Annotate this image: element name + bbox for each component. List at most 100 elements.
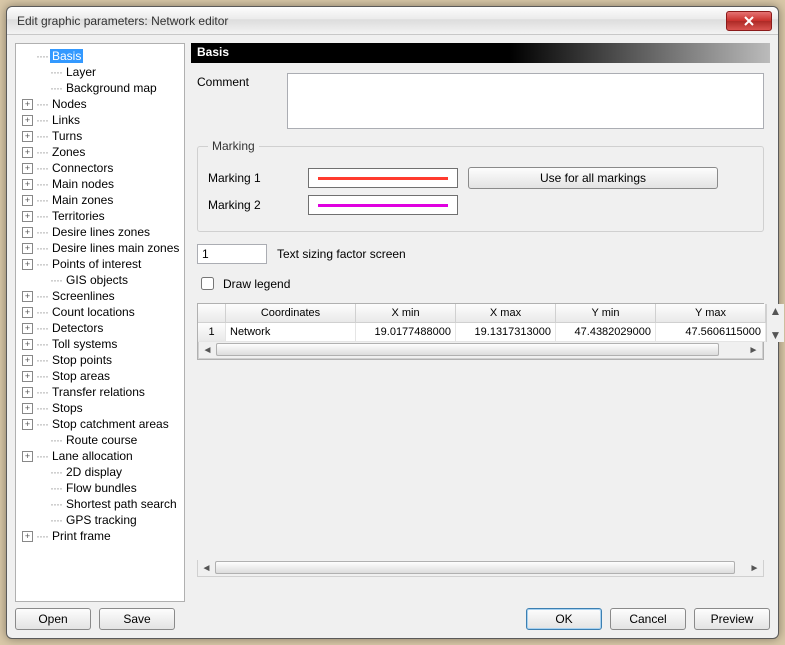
scroll-right-icon[interactable]: ► (745, 345, 762, 356)
grid-cell[interactable]: 19.1317313000 (456, 323, 556, 342)
tree-item-gis-objects[interactable]: ····GIS objects (18, 272, 182, 288)
tree-item-label: Stops (50, 401, 85, 415)
expand-icon[interactable]: + (22, 339, 33, 350)
scroll-left-icon[interactable]: ◄ (198, 563, 215, 574)
footer: Open Save OK Cancel Preview (15, 608, 770, 630)
open-button[interactable]: Open (15, 608, 91, 630)
tree-item-layer[interactable]: ····Layer (18, 64, 182, 80)
expand-icon[interactable]: + (22, 355, 33, 366)
grid-header[interactable]: X max (456, 304, 556, 323)
cancel-button[interactable]: Cancel (610, 608, 686, 630)
tree-item-count-locations[interactable]: +····Count locations (18, 304, 182, 320)
tree-item-connectors[interactable]: +····Connectors (18, 160, 182, 176)
tree-item-stop-areas[interactable]: +····Stop areas (18, 368, 182, 384)
grid-cell[interactable]: 47.5606115000 (656, 323, 766, 342)
tree-item-stop-points[interactable]: +····Stop points (18, 352, 182, 368)
tree-item-stop-catchment-areas[interactable]: +····Stop catchment areas (18, 416, 182, 432)
dialog-window: Edit graphic parameters: Network editor … (6, 6, 779, 639)
panel-scroll-thumb[interactable] (215, 561, 735, 574)
tree-item-basis[interactable]: ····Basis (18, 48, 182, 64)
grid-header[interactable] (198, 304, 226, 323)
expand-icon[interactable]: + (22, 531, 33, 542)
expand-icon[interactable]: + (22, 211, 33, 222)
draw-legend-checkbox[interactable] (201, 277, 214, 290)
comment-input[interactable] (287, 73, 764, 129)
expand-icon[interactable]: + (22, 307, 33, 318)
tree-item-lane-allocation[interactable]: +····Lane allocation (18, 448, 182, 464)
tree-item-label: GIS objects (64, 273, 130, 287)
tree-item-toll-systems[interactable]: +····Toll systems (18, 336, 182, 352)
expand-icon[interactable]: + (22, 419, 33, 430)
expand-icon[interactable]: + (22, 195, 33, 206)
tree-item-label: Layer (64, 65, 98, 79)
tree-item-turns[interactable]: +····Turns (18, 128, 182, 144)
expand-icon[interactable]: + (22, 163, 33, 174)
expand-icon[interactable]: + (22, 179, 33, 190)
marking1-swatch[interactable] (308, 168, 458, 188)
expand-icon[interactable]: + (22, 243, 33, 254)
grid-vscroll[interactable]: ▲▼ (766, 304, 784, 342)
grid-header[interactable]: X min (356, 304, 456, 323)
close-button[interactable] (726, 11, 772, 31)
ok-button[interactable]: OK (526, 608, 602, 630)
grid-header[interactable]: Coordinates (226, 304, 356, 323)
expand-icon[interactable]: + (22, 403, 33, 414)
marking-row-2: Marking 2 (208, 195, 753, 215)
expand-icon[interactable]: + (22, 323, 33, 334)
grid-hscroll[interactable]: ◄ ► (198, 342, 763, 359)
tree-item-nodes[interactable]: +····Nodes (18, 96, 182, 112)
save-button[interactable]: Save (99, 608, 175, 630)
grid-cell[interactable]: Network (226, 323, 356, 342)
grid-cell[interactable]: 19.0177488000 (356, 323, 456, 342)
preview-button[interactable]: Preview (694, 608, 770, 630)
tree-panel[interactable]: ····Basis····Layer····Background map+···… (15, 43, 185, 602)
scroll-left-icon[interactable]: ◄ (199, 345, 216, 356)
text-sizing-input[interactable] (197, 244, 267, 264)
tree-item-label: Background map (64, 81, 159, 95)
tree-item-route-course[interactable]: ····Route course (18, 432, 182, 448)
tree-item-links[interactable]: +····Links (18, 112, 182, 128)
tree-item-screenlines[interactable]: +····Screenlines (18, 288, 182, 304)
tree-item-desire-lines-zones[interactable]: +····Desire lines zones (18, 224, 182, 240)
tree-item-background-map[interactable]: ····Background map (18, 80, 182, 96)
tree-item-main-nodes[interactable]: +····Main nodes (18, 176, 182, 192)
tree-item-2d-display[interactable]: ····2D display (18, 464, 182, 480)
coords-grid[interactable]: CoordinatesX minX maxY minY max▲▼1Networ… (197, 303, 764, 360)
expand-icon[interactable]: + (22, 451, 33, 462)
grid-header[interactable]: Y min (556, 304, 656, 323)
window-title: Edit graphic parameters: Network editor (17, 14, 228, 28)
tree-item-points-of-interest[interactable]: +····Points of interest (18, 256, 182, 272)
expand-icon[interactable]: + (22, 99, 33, 110)
grid-cell[interactable]: 47.4382029000 (556, 323, 656, 342)
use-for-all-button[interactable]: Use for all markings (468, 167, 718, 189)
tree-item-label: Stop catchment areas (50, 417, 171, 431)
scroll-right-icon[interactable]: ► (746, 563, 763, 574)
expand-icon[interactable]: + (22, 291, 33, 302)
tree-item-desire-lines-main-zones[interactable]: +····Desire lines main zones (18, 240, 182, 256)
expand-icon[interactable]: + (22, 147, 33, 158)
tree-item-main-zones[interactable]: +····Main zones (18, 192, 182, 208)
tree-item-zones[interactable]: +····Zones (18, 144, 182, 160)
titlebar[interactable]: Edit graphic parameters: Network editor (7, 7, 778, 35)
tree-item-territories[interactable]: +····Territories (18, 208, 182, 224)
tree-item-label: Stop areas (50, 369, 112, 383)
tree-item-transfer-relations[interactable]: +····Transfer relations (18, 384, 182, 400)
grid-header[interactable]: Y max (656, 304, 766, 323)
tree-item-label: Lane allocation (50, 449, 135, 463)
tree-item-flow-bundles[interactable]: ····Flow bundles (18, 480, 182, 496)
expand-icon[interactable]: + (22, 227, 33, 238)
grid-cell[interactable]: 1 (198, 323, 226, 342)
expand-icon[interactable]: + (22, 115, 33, 126)
expand-icon[interactable]: + (22, 131, 33, 142)
expand-icon[interactable]: + (22, 259, 33, 270)
tree-item-print-frame[interactable]: +····Print frame (18, 528, 182, 544)
marking2-swatch[interactable] (308, 195, 458, 215)
panel-hscroll[interactable]: ◄ ► (197, 560, 764, 577)
tree-item-detectors[interactable]: +····Detectors (18, 320, 182, 336)
grid-scroll-thumb[interactable] (216, 343, 719, 356)
expand-icon[interactable]: + (22, 371, 33, 382)
tree-item-stops[interactable]: +····Stops (18, 400, 182, 416)
tree-item-gps-tracking[interactable]: ····GPS tracking (18, 512, 182, 528)
expand-icon[interactable]: + (22, 387, 33, 398)
tree-item-shortest-path-search[interactable]: ····Shortest path search (18, 496, 182, 512)
